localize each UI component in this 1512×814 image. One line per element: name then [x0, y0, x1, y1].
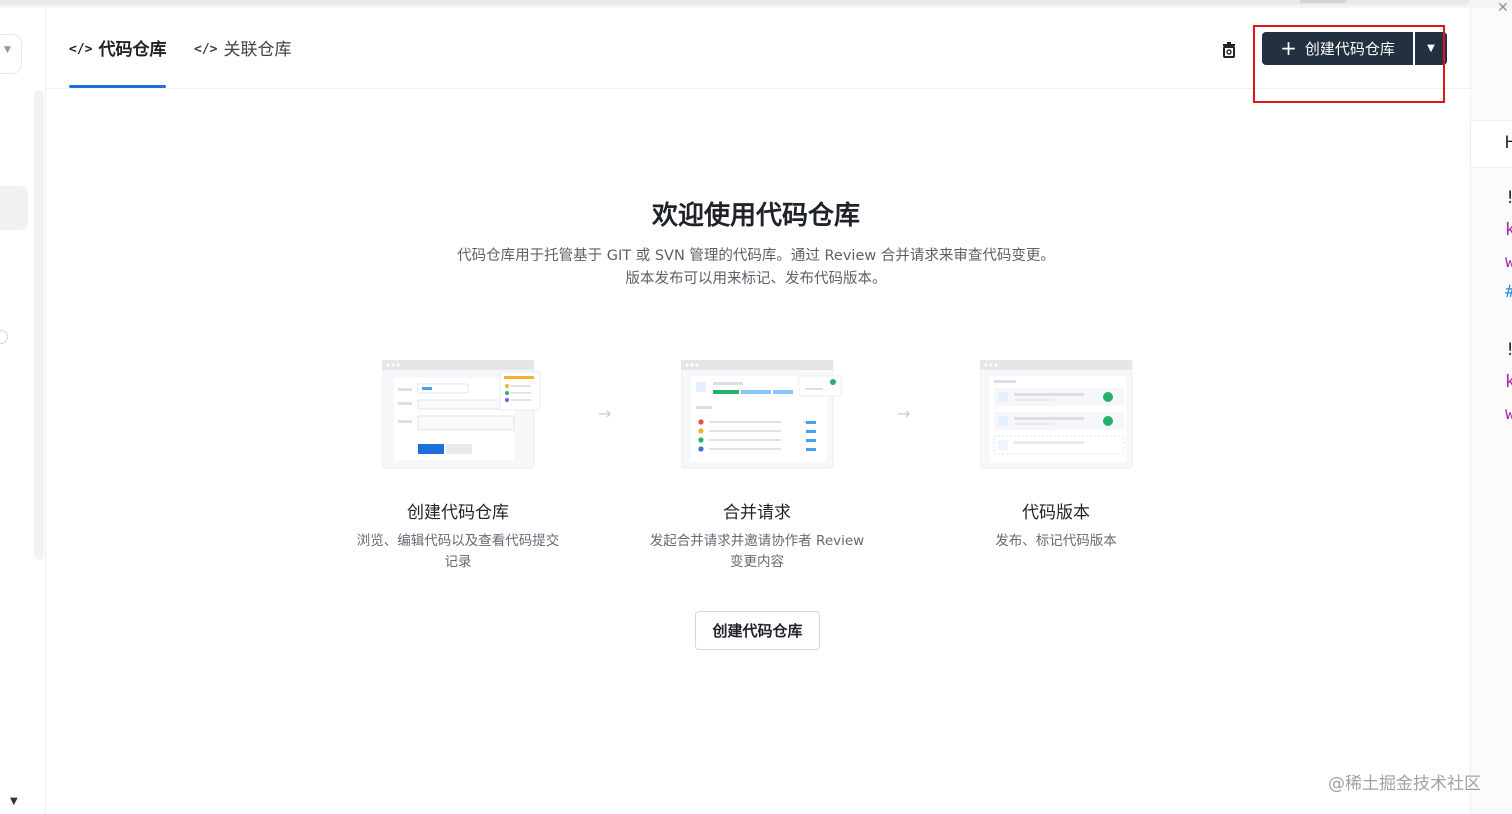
- step-title: 代码版本: [1022, 503, 1090, 523]
- create-repo-center-button[interactable]: 创建代码仓库: [695, 611, 820, 650]
- right-code-panel: ✕ H ! k w # ! k w: [1470, 0, 1512, 814]
- welcome-description: 代码仓库用于托管基于 GIT 或 SVN 管理的代码库。通过 Review 合并…: [0, 245, 1512, 291]
- create-repo-illustration: [381, 359, 541, 470]
- watermark: @稀土掘金技术社区: [1328, 774, 1481, 794]
- code-version-illustration: [979, 359, 1133, 470]
- chevron-down-icon[interactable]: ▼: [10, 796, 18, 807]
- step-title: 合并请求: [723, 503, 791, 523]
- chevron-down-icon: ▼: [4, 45, 11, 55]
- recycle-bin-button[interactable]: [1218, 38, 1240, 62]
- step-description: 发布、标记代码版本: [936, 531, 1176, 552]
- step-description-line: 记录: [444, 554, 472, 570]
- code-glyph: H: [1505, 133, 1512, 153]
- code-glyph: w: [1505, 404, 1512, 424]
- annotation-highlight-box: [1253, 25, 1445, 103]
- step-description-line: 变更内容: [730, 554, 784, 570]
- code-glyph: !: [1505, 340, 1512, 360]
- step-description-line: 浏览、编辑代码以及查看代码提交: [356, 533, 560, 549]
- tab-linked-repo[interactable]: </> 关联仓库: [194, 38, 291, 88]
- welcome-description-line: 代码仓库用于托管基于 GIT 或 SVN 管理的代码库。通过 Review 合并…: [457, 248, 1055, 264]
- step-create-repo: 创建代码仓库 浏览、编辑代码以及查看代码提交 记录: [338, 359, 578, 573]
- code-icon: </>: [69, 42, 93, 57]
- welcome-title: 欢迎使用代码仓库: [651, 201, 860, 231]
- sidebar-scrollbar[interactable]: [34, 90, 44, 560]
- close-icon[interactable]: ✕: [1497, 0, 1509, 16]
- merge-request-illustration: [680, 359, 842, 470]
- tab-label: 关联仓库: [223, 40, 292, 60]
- browser-tab-bar: [0, 0, 1470, 5]
- welcome-description-line: 版本发布可以用来标记、发布代码版本。: [625, 271, 887, 287]
- arrow-right-icon: →: [897, 404, 911, 423]
- step-merge-request: 合并请求 发起合并请求并邀请协作者 Review 变更内容: [637, 359, 877, 573]
- code-glyph: k: [1505, 372, 1512, 392]
- step-description: 浏览、编辑代码以及查看代码提交 记录: [338, 531, 578, 573]
- trash-icon: [1223, 42, 1235, 58]
- scroll-pill: [1300, 0, 1346, 3]
- active-tab-indicator: [69, 85, 167, 88]
- arrow-right-icon: →: [598, 404, 612, 423]
- code-icon: </>: [194, 42, 218, 57]
- step-description-line: 发布、标记代码版本: [995, 533, 1117, 549]
- browser-top-strip: [0, 0, 1512, 8]
- step-description: 发起合并请求并邀请协作者 Review 变更内容: [637, 531, 877, 573]
- sidebar-circle-icon: [0, 330, 8, 344]
- step-code-version: 代码版本 发布、标记代码版本: [936, 359, 1176, 552]
- step-description-line: 发起合并请求并邀请协作者 Review: [649, 533, 865, 549]
- tab-label: 代码仓库: [98, 40, 167, 60]
- tab-code-repo[interactable]: </> 代码仓库: [69, 38, 167, 88]
- sidebar-collapse-toggle[interactable]: ▼: [0, 34, 22, 74]
- code-panel-header: H: [1471, 120, 1512, 168]
- left-sidebar: ▼ ▼: [0, 8, 46, 814]
- step-title: 创建代码仓库: [407, 503, 509, 523]
